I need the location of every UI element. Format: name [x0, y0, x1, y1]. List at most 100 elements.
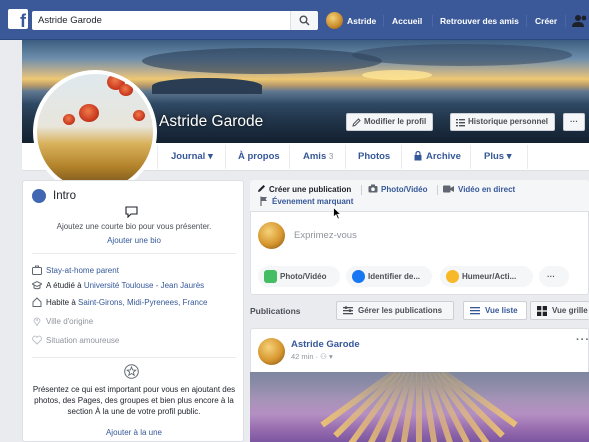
list-view-button[interactable]: Vue liste [463, 301, 527, 320]
nav-divider [432, 15, 433, 27]
tab-divider [225, 145, 226, 169]
bio-prompt: Ajoutez une courte bio pour vous présent… [56, 222, 212, 231]
grid-view-button[interactable]: Vue grille [530, 301, 589, 320]
intro-education-text[interactable]: Université Toulouse - Jean Jaurès [84, 281, 204, 290]
activity-log-label: Historique personnel [468, 117, 549, 126]
tab-about[interactable]: À propos [238, 150, 280, 164]
list-icon [470, 307, 480, 315]
post-options-button[interactable]: ··· [576, 334, 589, 346]
tab-archive[interactable]: Archive [426, 150, 461, 164]
nav-create[interactable]: Créer [535, 12, 557, 30]
location-pin-icon [33, 317, 41, 326]
intro-hometown-text: Ville d'origine [46, 317, 94, 326]
more-options-button[interactable]: ··· [563, 113, 585, 131]
publications-label: Publications [250, 306, 301, 316]
intro-work-row: Stay-at-home parent [32, 265, 119, 277]
flag-icon [260, 196, 267, 206]
grid-icon [537, 306, 547, 316]
nav-accueil[interactable]: Accueil [392, 12, 422, 30]
intro-work-text[interactable]: Stay-at-home parent [46, 266, 119, 275]
live-video-tab[interactable]: Vidéo en direct [458, 184, 515, 195]
create-post-tab[interactable]: Créer une publication [269, 184, 351, 195]
house-icon [32, 297, 42, 307]
tag-people-icon [352, 270, 365, 283]
composer-divider [437, 185, 438, 195]
tab-friends-label: Amis [303, 151, 327, 162]
photo-video-action-label: Photo/Vidéo [280, 272, 327, 281]
intro-education-prefix: A étudié à [46, 281, 84, 290]
star-circle-icon [124, 364, 139, 379]
list-icon [456, 119, 465, 127]
intro-hometown-row[interactable]: Ville d'origine [32, 316, 93, 328]
activity-log-button[interactable]: Historique personnel [450, 113, 556, 131]
search-icon [299, 15, 310, 26]
tab-divider [289, 145, 290, 169]
profile-picture[interactable] [33, 70, 157, 194]
friend-requests-icon[interactable] [572, 14, 588, 27]
facebook-logo-icon[interactable]: f [8, 9, 28, 29]
globe-icon [32, 189, 46, 203]
post-author-avatar[interactable] [258, 338, 285, 365]
intro-location-text[interactable]: Saint-Girons, Midi-Pyrenees, France [78, 298, 207, 307]
nav-divider [526, 15, 527, 27]
post-timestamp[interactable]: 42 min · ⚇ ▾ [291, 352, 333, 361]
composer-input[interactable]: Exprimez-vous [294, 230, 357, 241]
post-author-name[interactable]: Astride Garode [291, 339, 360, 350]
photo-icon [264, 270, 277, 283]
heart-icon [32, 335, 42, 345]
tab-friends[interactable]: Amis 3 [303, 150, 333, 164]
composer-divider [361, 185, 362, 195]
user-avatar[interactable] [326, 12, 343, 29]
feeling-activity-action[interactable]: Humeur/Acti... [440, 266, 533, 287]
tab-photos[interactable]: Photos [358, 150, 390, 164]
graduation-cap-icon [32, 280, 42, 290]
search-input[interactable]: Astride Garode [32, 11, 317, 30]
intro-relationship-row[interactable]: Situation amoureuse [32, 335, 119, 347]
tab-divider [527, 145, 528, 169]
video-camera-icon [443, 185, 454, 193]
pencil-icon [258, 185, 265, 192]
tab-journal[interactable]: Journal ▾ [171, 150, 213, 164]
tab-divider [470, 145, 471, 169]
photo-video-action[interactable]: Photo/Vidéo [258, 266, 340, 287]
manage-posts-button[interactable]: Gérer les publications [336, 301, 454, 320]
edit-profile-label: Modifier le profil [364, 117, 427, 126]
intro-location-prefix: Habite à [46, 298, 79, 307]
mouse-cursor-icon [333, 207, 342, 220]
add-featured-link[interactable]: Ajouter à la une [32, 428, 236, 437]
briefcase-icon [32, 265, 42, 275]
tab-more[interactable]: Plus ▾ [484, 150, 511, 164]
nav-user-name[interactable]: Astride [347, 12, 376, 30]
search-button[interactable] [290, 11, 318, 30]
speech-bubble-icon [125, 206, 138, 218]
nav-divider [383, 15, 384, 27]
post-image[interactable] [250, 372, 589, 442]
intro-divider [32, 357, 236, 358]
intro-title: Intro [53, 190, 77, 202]
life-event-tab[interactable]: Évenement marquant [272, 196, 353, 207]
intro-education-row: A étudié à Université Toulouse - Jean Ja… [32, 280, 204, 292]
feeling-activity-action-label: Humeur/Acti... [462, 272, 517, 281]
photo-video-tab[interactable]: Photo/Vidéo [381, 184, 428, 195]
nav-find-friends[interactable]: Retrouver des amis [440, 12, 519, 30]
composer-avatar [258, 222, 285, 249]
tab-divider [345, 145, 346, 169]
featured-prompt: Présentez ce qui est important pour vous… [32, 385, 236, 416]
intro-location-row: Habite à Saint-Girons, Midi-Pyrenees, Fr… [32, 297, 207, 309]
manage-posts-label: Gérer les publications [358, 306, 443, 315]
edit-profile-button[interactable]: Modifier le profil [346, 113, 434, 131]
friends-count: 3 [328, 152, 334, 161]
filter-icon [343, 306, 353, 315]
smiley-icon [446, 270, 459, 283]
profile-name: Astride Garode [159, 113, 264, 130]
intro-divider [32, 253, 236, 254]
nav-divider [565, 15, 566, 27]
add-bio-link[interactable]: Ajouter une bio [32, 236, 236, 245]
tag-friends-action[interactable]: Identifier de... [346, 266, 432, 287]
more-actions-button[interactable]: ··· [539, 266, 569, 287]
grid-view-label: Vue grille [552, 306, 588, 315]
tag-friends-action-label: Identifier de... [368, 272, 421, 281]
tab-divider [157, 145, 158, 169]
tab-divider [401, 145, 402, 169]
lock-icon [414, 151, 422, 161]
